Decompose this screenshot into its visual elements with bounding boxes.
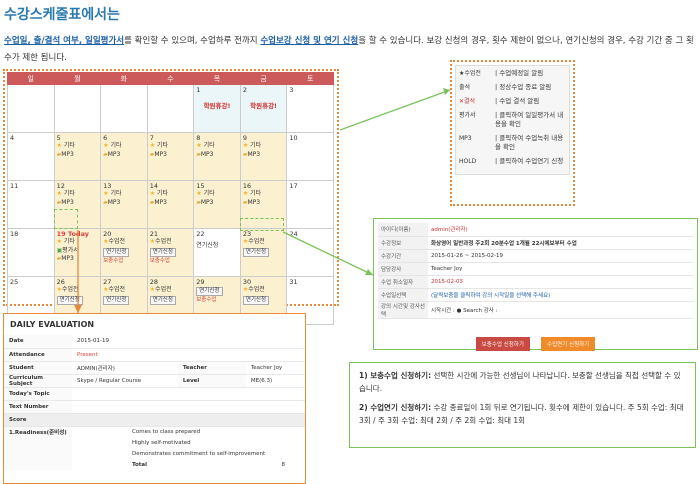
arrow-head-legend xyxy=(443,88,450,95)
arrow-postpone-to-panel xyxy=(282,231,374,276)
arrow-calendar-to-legend xyxy=(339,89,451,131)
arrow-head-eval xyxy=(74,305,82,313)
connector-arrows xyxy=(74,88,451,313)
